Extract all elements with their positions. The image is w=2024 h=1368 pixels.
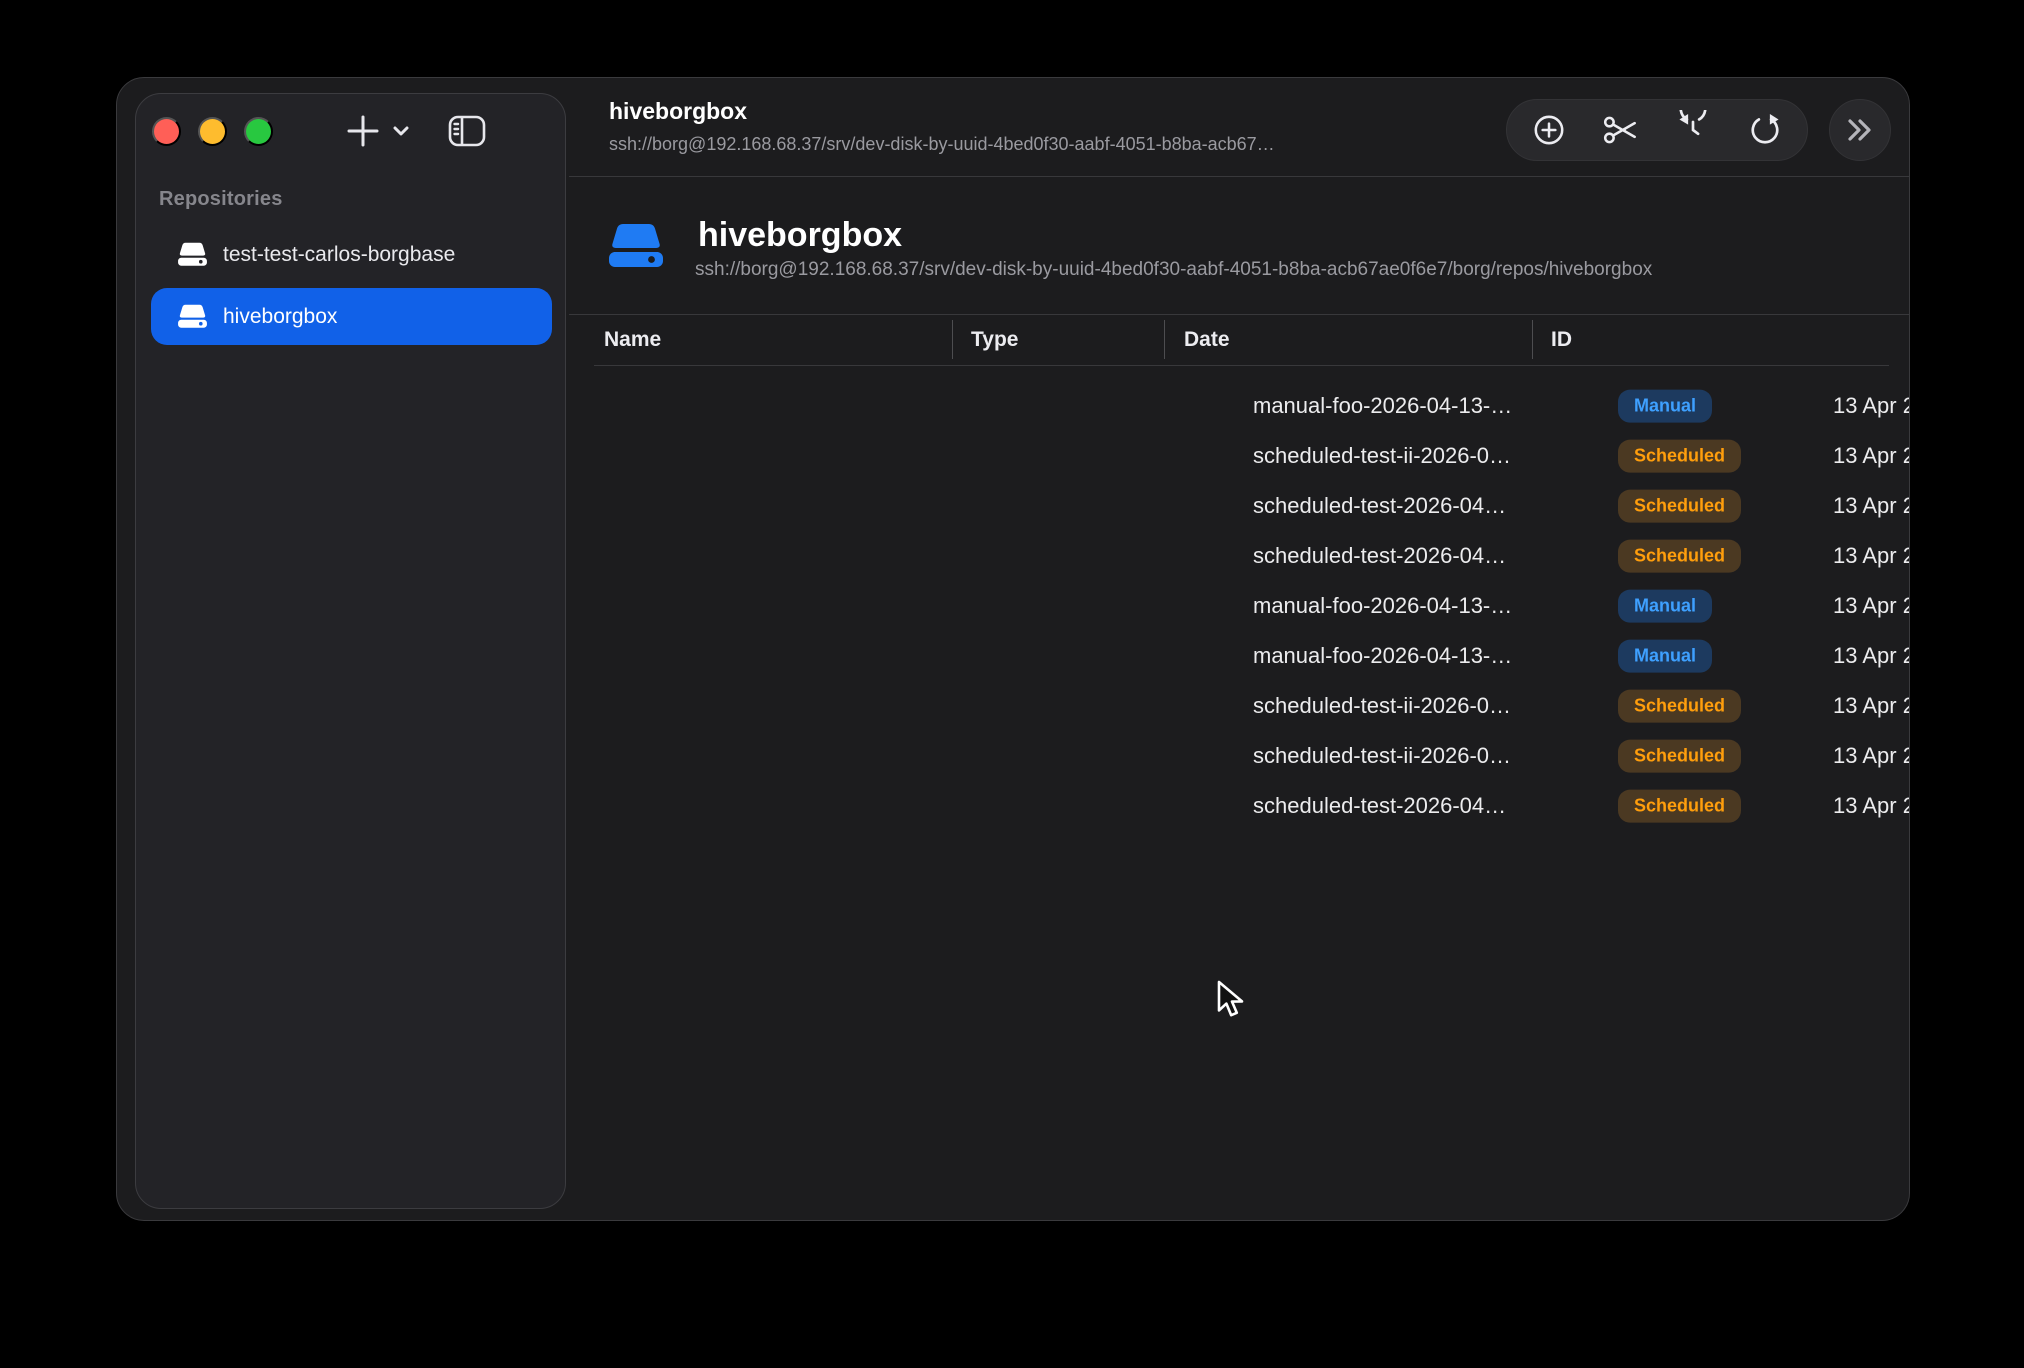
refresh-icon [1745,110,1785,150]
archive-name: scheduled-test-ii-2026-0… [1253,693,1511,719]
archive-date: 13 Apr 2026 at 17:00 [1833,543,1910,569]
table-header: Name Type Date ID [591,314,1889,365]
chevron-double-right-icon [1843,115,1877,145]
empty-row [591,879,1889,927]
scissors-icon [1601,111,1641,149]
archive-row[interactable]: scheduled-test-ii-2026-0… Scheduled 13 A… [591,431,1889,481]
table-header-divider [594,365,1889,366]
plus-circle-icon [1530,111,1568,149]
window-controls [152,117,273,146]
archive-name: manual-foo-2026-04-13-… [1253,643,1512,669]
app-window: Repositories test-test-carlos-borgbase [116,77,1910,1221]
main-content: hiveborgbox ssh://borg@192.168.68.37/srv… [566,78,1909,1220]
archive-list: manual-foo-2026-04-13-… Manual 13 Apr 20… [591,381,1889,1221]
plus-icon [343,111,383,151]
archive-name: scheduled-test-2026-04… [1253,793,1506,819]
column-divider [1164,320,1165,359]
empty-row [591,1023,1889,1071]
chevron-down-icon [390,120,412,142]
archive-date: 13 Apr 2026 at 17:03 [1833,493,1910,519]
archive-row[interactable]: scheduled-test-2026-04… Scheduled 13 Apr… [591,481,1889,531]
archive-name: manual-foo-2026-04-13-… [1253,393,1512,419]
archive-date: 13 Apr 2026 at 16:45 [1833,793,1910,819]
archive-row[interactable]: manual-foo-2026-04-13-… Manual 13 Apr 20… [591,631,1889,681]
sidebar-item-label: test-test-carlos-borgbase [223,243,455,267]
sidebar-toggle-icon [447,113,487,149]
archive-row[interactable]: scheduled-test-ii-2026-0… Scheduled 13 A… [591,681,1889,731]
zoom-window-button[interactable] [244,117,273,146]
archive-date: 13 Apr 2026 at 18:04 [1833,393,1910,419]
archive-type-badge: Manual [1618,640,1712,673]
sidebar-item-hiveborgbox[interactable]: hiveborgbox [151,288,552,345]
close-window-button[interactable] [152,117,181,146]
archive-type-badge: Manual [1618,590,1712,623]
toolbar-subtitle: ssh://borg@192.168.68.37/srv/dev-disk-by… [609,134,1489,155]
empty-row [591,1215,1889,1221]
archive-row[interactable]: manual-foo-2026-04-13-… Manual 13 Apr 20… [591,581,1889,631]
sidebar-panel: Repositories test-test-carlos-borgbase [135,93,566,1209]
refresh-button[interactable] [1735,102,1795,158]
prune-button[interactable] [1591,102,1651,158]
repository-url: ssh://borg@192.168.68.37/srv/dev-disk-by… [695,259,1652,281]
empty-row [591,1071,1889,1119]
archive-type-badge: Scheduled [1618,490,1741,523]
empty-row [591,831,1889,879]
archive-type-badge: Scheduled [1618,690,1741,723]
add-archive-button[interactable] [1519,102,1579,158]
archive-type-badge: Scheduled [1618,740,1741,773]
archive-date: 13 Apr 2026 at 16:49 [1833,743,1910,769]
archive-row[interactable]: scheduled-test-ii-2026-0… Scheduled 13 A… [591,731,1889,781]
archive-row[interactable]: manual-foo-2026-04-13-… Manual 13 Apr 20… [591,381,1889,431]
archive-name: scheduled-test-ii-2026-0… [1253,443,1511,469]
archive-row[interactable]: scheduled-test-2026-04… Scheduled 13 Apr… [591,531,1889,581]
empty-row [591,927,1889,975]
external-drive-icon [177,303,208,330]
toolbar-divider [569,176,1909,177]
archive-name: scheduled-test-ii-2026-0… [1253,743,1511,769]
archive-date: 13 Apr 2026 at 16:54 [1833,643,1910,669]
mount-history-button[interactable] [1663,102,1723,158]
archive-type-badge: Scheduled [1618,440,1741,473]
toolbar-actions [1506,99,1808,161]
toolbar-title: hiveborgbox [609,98,747,125]
empty-row [591,1119,1889,1167]
toggle-sidebar-button[interactable] [441,110,493,152]
add-repository-button[interactable] [331,108,423,154]
empty-row [591,975,1889,1023]
toolbar-overflow-button[interactable] [1829,99,1891,161]
desktop: Repositories test-test-carlos-borgbase [0,0,2024,1368]
repository-title: hiveborgbox [698,216,902,255]
column-header-name[interactable]: Name [604,314,661,365]
column-divider [952,320,953,359]
empty-row [591,1167,1889,1215]
archive-name: scheduled-test-2026-04… [1253,493,1506,519]
archive-date: 13 Apr 2026 at 16:58 [1833,593,1910,619]
archive-date: 13 Apr 2026 at 17:04 [1833,443,1910,469]
archive-type-badge: Manual [1618,390,1712,423]
column-divider [1532,320,1533,359]
external-drive-icon-large [607,221,665,271]
sidebar-item-label: hiveborgbox [223,305,337,329]
archive-type-badge: Scheduled [1618,790,1741,823]
column-header-date[interactable]: Date [1184,314,1230,365]
archive-type-badge: Scheduled [1618,540,1741,573]
archive-name: scheduled-test-2026-04… [1253,543,1506,569]
sidebar-item-test-test-carlos-borgbase[interactable]: test-test-carlos-borgbase [151,226,552,283]
clock-history-icon [1673,110,1713,150]
minimize-window-button[interactable] [198,117,227,146]
repositories-section-label: Repositories [159,188,283,211]
archive-name: manual-foo-2026-04-13-… [1253,593,1512,619]
archive-row[interactable]: scheduled-test-2026-04… Scheduled 13 Apr… [591,781,1889,831]
column-header-type[interactable]: Type [971,314,1018,365]
external-drive-icon [177,241,208,268]
column-header-id[interactable]: ID [1551,314,1572,365]
archive-date: 13 Apr 2026 at 16:54 [1833,693,1910,719]
